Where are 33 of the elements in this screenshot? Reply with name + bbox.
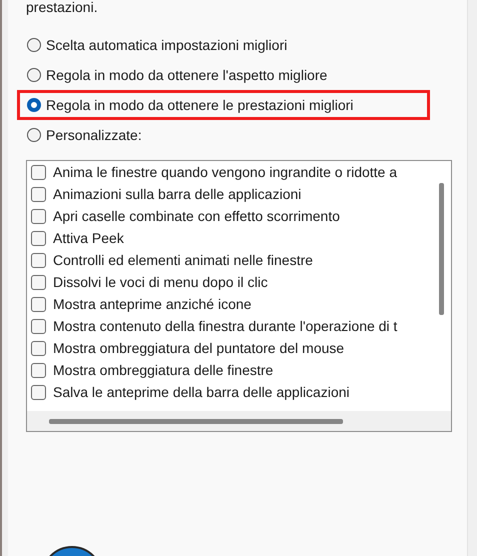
setting-label[interactable]: Salva le anteprime della barra delle applicazioni [53,384,350,400]
option-label[interactable]: Personalizzate: [46,127,142,143]
radio-button[interactable] [27,128,41,142]
description-text: prestazioni. [26,0,99,16]
setting-label[interactable]: Attiva Peek [53,230,124,246]
setting-label[interactable]: Anima le finestre quando vengono ingrandite o ridotte a [53,164,398,180]
radio-button[interactable] [27,68,41,82]
checkbox[interactable] [31,340,46,356]
setting-label[interactable]: Mostra ombreggiatura delle finestre [53,362,274,378]
radio-button[interactable] [27,38,41,52]
scrollbar-thumb[interactable] [49,418,343,424]
setting-label[interactable]: Dissolvi le voci di menu dopo il clic [53,274,268,290]
setting-label[interactable]: Mostra ombreggiatura del puntatore del mouse [53,340,344,356]
checkbox[interactable] [31,252,46,268]
checkbox[interactable] [31,208,46,224]
option-label[interactable]: Scelta automatica impostazioni migliori [46,37,288,53]
setting-label[interactable]: Controlli ed elementi animati nelle finestre [53,252,313,268]
checkbox[interactable] [31,384,46,400]
scrollbar-thumb[interactable] [438,183,444,315]
setting-label[interactable]: Apri caselle combinate con effetto scorrimento [53,208,340,224]
checkbox[interactable] [31,274,46,290]
checkbox[interactable] [31,230,46,246]
option-label[interactable]: Regola in modo da ottenere le prestazioni migliori [46,97,354,113]
setting-label[interactable]: Animazioni sulla barra delle applicazioni [53,186,302,202]
checkbox[interactable] [31,318,46,334]
checkbox[interactable] [31,164,46,180]
setting-label[interactable]: Mostra contenuto della finestra durante l'operazione di t [53,318,398,334]
checkbox[interactable] [31,186,46,202]
radio-button[interactable] [27,98,41,112]
checkbox[interactable] [31,296,46,312]
option-label[interactable]: Regola in modo da ottenere l'aspetto migliore [46,67,328,83]
setting-label[interactable]: Mostra anteprime anziché icone [53,296,252,312]
checkbox[interactable] [31,362,46,378]
